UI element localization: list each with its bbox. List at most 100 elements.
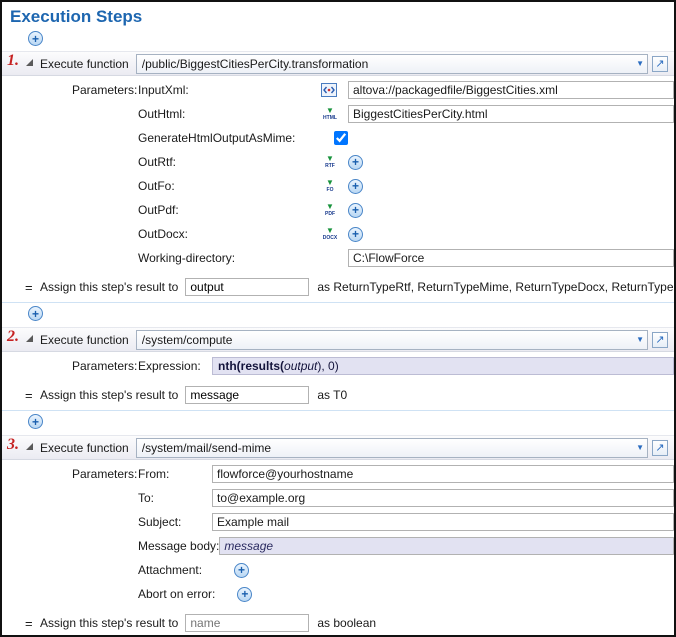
assign-type-text: as ReturnTypeRtf, ReturnTypeMime, Return…	[317, 280, 674, 294]
param-label: OutPdf:	[138, 203, 320, 217]
rtf-output-icon: ▼ RTF	[321, 155, 339, 169]
equals-sign: =	[25, 280, 40, 295]
docx-output-icon: ▼ DOCX	[321, 227, 339, 241]
param-icon-cell: ▼ HTML	[320, 107, 348, 121]
param-row: GenerateHtmlOutputAsMime:	[2, 126, 674, 150]
generate-html-mime-checkbox[interactable]	[334, 131, 348, 145]
inputxml-field[interactable]	[348, 81, 674, 99]
fo-output-icon: ▼ FO	[321, 179, 339, 193]
param-icon-cell	[320, 82, 348, 98]
function-combobox[interactable]: /system/compute ▼	[136, 330, 648, 350]
step-number-annotation: 1.	[7, 52, 19, 70]
subject-field[interactable]	[212, 513, 674, 531]
step-number-annotation: 2.	[7, 328, 19, 346]
param-field-cell	[348, 105, 674, 123]
step-2-header: 2. Execute function /system/compute ▼ ↗	[2, 327, 674, 352]
function-path: /public/BiggestCitiesPerCity.transformat…	[142, 57, 632, 71]
param-label: Message body:	[138, 539, 219, 553]
equals-sign: =	[25, 388, 40, 403]
expression-field[interactable]: nth(results(output), 0)	[212, 357, 674, 375]
open-function-button[interactable]: ↗	[652, 440, 668, 456]
function-path: /system/compute	[142, 333, 632, 347]
param-icon-cell: ▼ RTF	[320, 155, 348, 169]
add-abort-on-error-button[interactable]: +	[237, 587, 252, 602]
parameters-label: Parameters:	[72, 467, 138, 481]
add-step-row-1: +	[2, 29, 674, 51]
param-field-cell	[348, 81, 674, 99]
assign-label: Assign this step's result to	[40, 280, 178, 294]
step-2-parameters: Parameters: Expression: nth(results(outp…	[2, 352, 674, 380]
pdf-output-icon: ▼ PDF	[321, 203, 339, 217]
param-icon-cell: ▼ PDF	[320, 203, 348, 217]
step-3-header: 3. Execute function /system/mail/send-mi…	[2, 435, 674, 460]
execution-steps-panel: Execution Steps + 1. Execute function /p…	[0, 0, 676, 637]
open-function-button[interactable]: ↗	[652, 332, 668, 348]
collapse-triangle-icon[interactable]	[26, 443, 33, 450]
collapse-triangle-icon[interactable]	[26, 335, 33, 342]
param-label: Expression:	[138, 359, 212, 373]
add-step-row-2: +	[2, 302, 674, 327]
param-row: To:	[2, 486, 674, 510]
expression-rest: ), 0)	[317, 359, 338, 373]
assign-result-input[interactable]	[185, 386, 309, 404]
from-field[interactable]	[212, 465, 674, 483]
step-3: 3. Execute function /system/mail/send-mi…	[2, 435, 674, 636]
to-field[interactable]	[212, 489, 674, 507]
dropdown-arrow-icon[interactable]: ▼	[636, 335, 644, 344]
param-icon-cell	[320, 128, 351, 148]
add-step-row-3: +	[2, 410, 674, 435]
param-row: OutFo: ▼ FO +	[2, 174, 674, 198]
collapse-triangle-icon[interactable]	[26, 59, 33, 66]
assign-result-row: = Assign this step's result to as boolea…	[2, 610, 674, 636]
step-1: 1. Execute function /public/BiggestCitie…	[2, 51, 674, 300]
add-step-button[interactable]: +	[28, 414, 43, 429]
add-outdocx-value-button[interactable]: +	[348, 227, 363, 242]
html-output-icon: ▼ HTML	[321, 107, 339, 121]
add-outrtf-value-button[interactable]: +	[348, 155, 363, 170]
step-2: 2. Execute function /system/compute ▼ ↗ …	[2, 327, 674, 408]
param-label: OutRtf:	[138, 155, 320, 169]
param-label: GenerateHtmlOutputAsMime:	[138, 131, 320, 145]
dropdown-arrow-icon[interactable]: ▼	[636, 443, 644, 452]
expression-fn-nth: nth(	[218, 359, 241, 373]
param-row: Working-directory:	[2, 246, 674, 270]
add-step-button[interactable]: +	[28, 306, 43, 321]
assign-type-text: as T0	[317, 388, 674, 402]
param-row: Subject:	[2, 510, 674, 534]
param-row: OutPdf: ▼ PDF +	[2, 198, 674, 222]
outhtml-field[interactable]	[348, 105, 674, 123]
param-row: OutHtml: ▼ HTML	[2, 102, 674, 126]
param-row: Abort on error: +	[2, 582, 674, 606]
param-row: OutDocx: ▼ DOCX +	[2, 222, 674, 246]
param-row: Message body:	[2, 534, 674, 558]
step-3-parameters: Parameters: From: To: Subject:	[2, 460, 674, 608]
execute-function-label: Execute function	[40, 441, 129, 455]
param-label: Abort on error:	[138, 587, 215, 601]
dropdown-arrow-icon[interactable]: ▼	[636, 59, 644, 68]
param-icon-cell: ▼ DOCX	[320, 227, 348, 241]
working-directory-field[interactable]	[348, 249, 674, 267]
add-step-button[interactable]: +	[28, 31, 43, 46]
param-icon-cell: ▼ FO	[320, 179, 348, 193]
expression-var-output: output	[284, 359, 317, 373]
assign-result-input[interactable]	[185, 278, 309, 296]
assign-result-input[interactable]	[185, 614, 309, 632]
open-function-button[interactable]: ↗	[652, 56, 668, 72]
add-attachment-button[interactable]: +	[234, 563, 249, 578]
function-path: /system/mail/send-mime	[142, 441, 632, 455]
function-combobox[interactable]: /public/BiggestCitiesPerCity.transformat…	[136, 54, 648, 74]
execute-function-label: Execute function	[40, 57, 129, 71]
parameters-label: Parameters:	[72, 359, 138, 373]
add-outpdf-value-button[interactable]: +	[348, 203, 363, 218]
param-row: OutRtf: ▼ RTF +	[2, 150, 674, 174]
param-row: Parameters: Expression: nth(results(outp…	[2, 354, 674, 378]
page-title: Execution Steps	[2, 2, 674, 29]
function-combobox[interactable]: /system/mail/send-mime ▼	[136, 438, 648, 458]
add-outfo-value-button[interactable]: +	[348, 179, 363, 194]
message-body-field[interactable]	[219, 537, 674, 555]
param-row: Parameters: From:	[2, 462, 674, 486]
assign-type-text: as boolean	[317, 616, 674, 630]
step-number-annotation: 3.	[7, 436, 19, 454]
param-label: Subject:	[138, 515, 212, 529]
step-1-header: 1. Execute function /public/BiggestCitie…	[2, 51, 674, 76]
